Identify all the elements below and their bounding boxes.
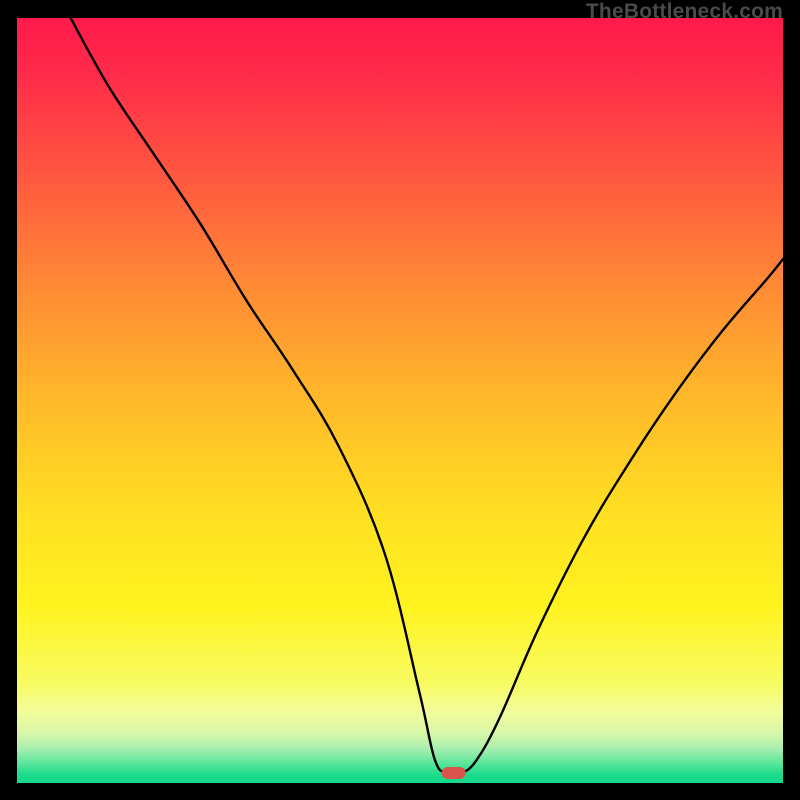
plot-area: [17, 18, 783, 783]
chart-frame: TheBottleneck.com: [0, 0, 800, 800]
watermark-text: TheBottleneck.com: [586, 0, 783, 24]
bottleneck-curve: [17, 18, 783, 783]
